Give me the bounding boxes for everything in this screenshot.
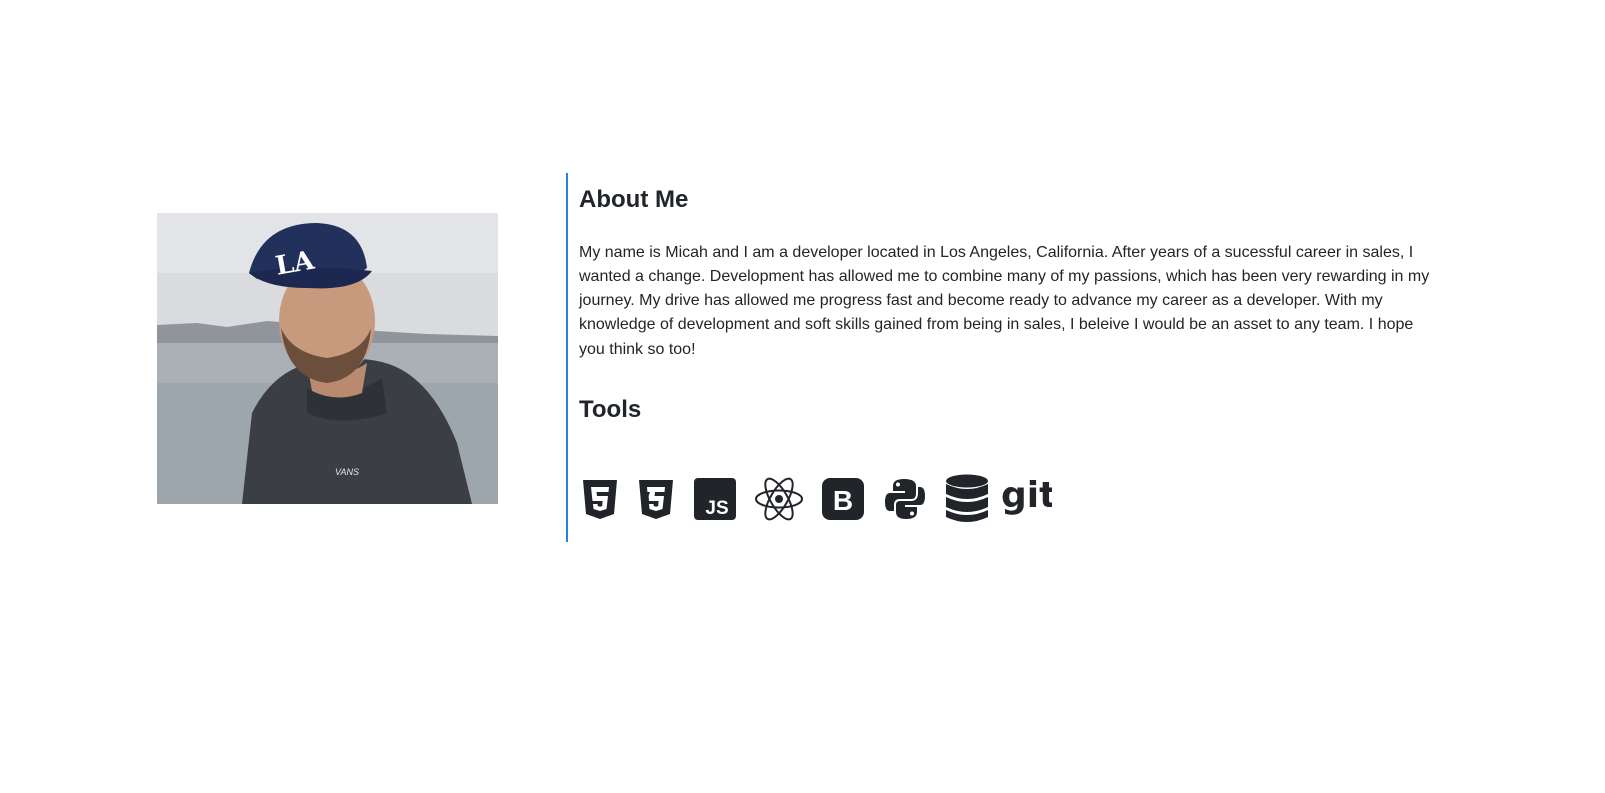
- hoodie-logo-text: VANS: [335, 467, 359, 477]
- database-icon: [936, 473, 998, 525]
- html5-icon: [572, 473, 628, 525]
- about-bio: My name is Micah and I am a developer lo…: [579, 243, 1430, 358]
- svg-text:JS: JS: [705, 498, 728, 519]
- profile-photo: LA VANS: [157, 213, 498, 504]
- about-section: LA VANS About Me My name is Micah and I …: [0, 0, 1605, 793]
- css3-icon: [628, 473, 684, 525]
- about-content: About Me My name is Micah and I am a dev…: [579, 177, 1439, 425]
- react-icon: [746, 473, 812, 525]
- python-icon: [874, 473, 936, 525]
- svg-text:git: git: [1001, 477, 1052, 516]
- tools-title: Tools: [579, 395, 642, 423]
- svg-text:B: B: [833, 485, 853, 516]
- javascript-icon: JS: [684, 473, 746, 525]
- tools-icon-list: JS B git: [572, 473, 1054, 525]
- bootstrap-icon: B: [812, 473, 874, 525]
- about-title: About Me: [579, 186, 689, 213]
- vertical-divider: [566, 173, 568, 542]
- git-icon: git: [998, 473, 1054, 525]
